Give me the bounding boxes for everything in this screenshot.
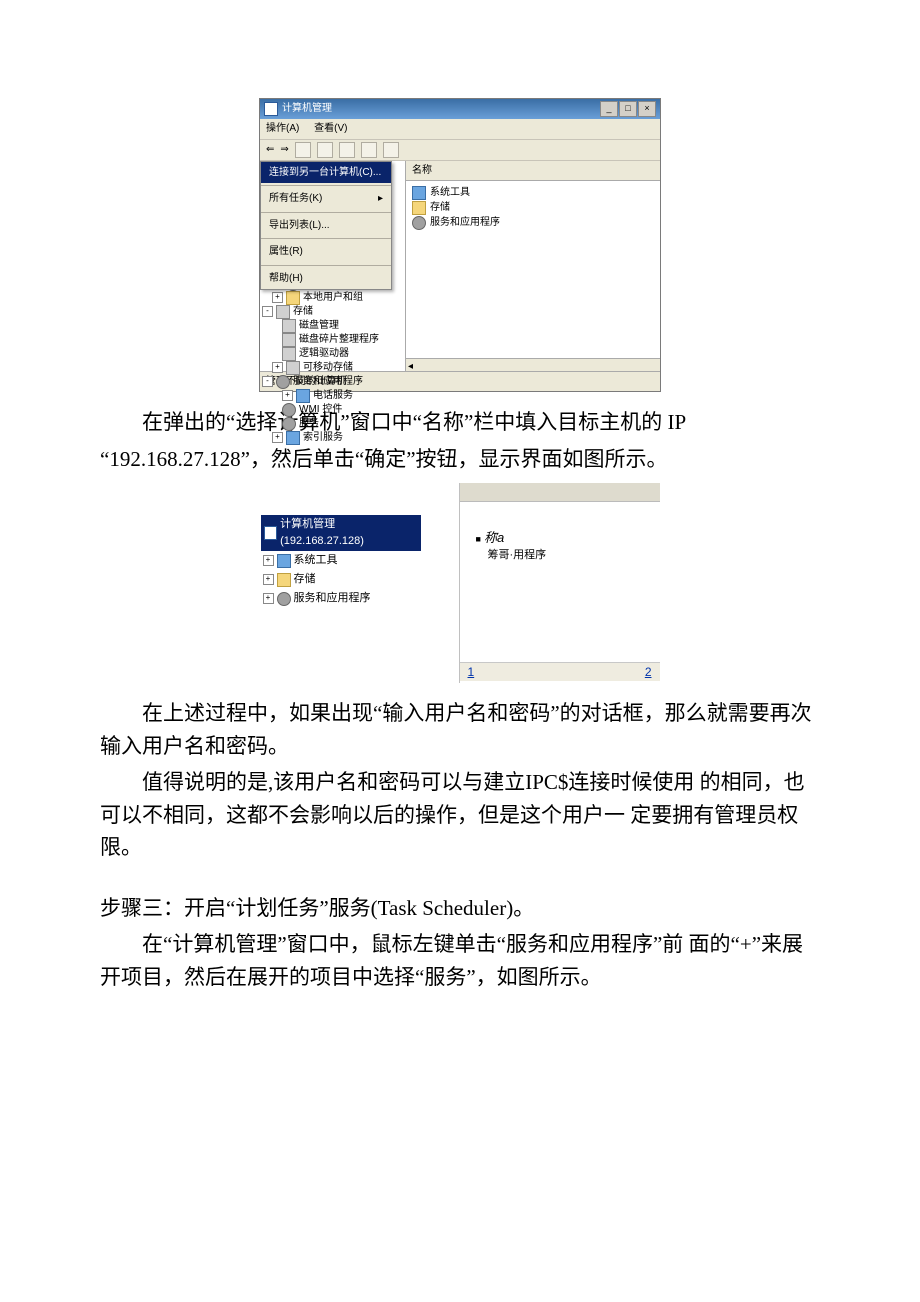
context-connect[interactable]: 连接到另一台计算机(C)... [261,162,391,184]
context-properties[interactable]: 属性(R) [261,241,391,263]
figure-1: 计算机管理 _ □ × 操作(A) 查看(V) ⇐ ⇒ [100,98,820,392]
tree-item[interactable]: 服务 [262,417,405,431]
horizontal-scrollbar[interactable]: ◂ [406,358,660,371]
figure-2: 计算机管理 (192.168.27.128) +系统工具 +存储 +服务和应用程… [100,483,820,683]
toolbar-button[interactable] [361,142,377,158]
column-header[interactable]: 名称 [406,161,660,182]
window-title: 计算机管理 [282,101,332,117]
nav-fwd-icon[interactable]: ⇒ [280,142,288,158]
tree-item[interactable]: -服务和应用程序 [262,375,405,389]
close-button[interactable]: × [638,101,656,117]
computer-icon [264,526,278,540]
menu-bar: 操作(A) 查看(V) [260,119,660,140]
body-text: 在上述过程中，如果出现“输入用户名和密码”的对话框，那么就需要再次输入用户名和密… [100,697,820,762]
detail-subtitle: 筹哥·用程序 [476,547,660,563]
window-titlebar: 计算机管理 _ □ × [260,99,660,119]
list-item[interactable]: 存储 [412,200,654,215]
tree-item[interactable]: +存储 [261,570,421,589]
tree-item[interactable]: +电话服务 [262,389,405,403]
tree-item[interactable]: 磁盘碎片整理程序 [262,333,405,347]
pane-header-strip [460,483,660,502]
context-all-tasks[interactable]: 所有任务(K)▸ [261,188,391,210]
tree-root-remote[interactable]: 计算机管理 (192.168.27.128) [261,515,421,551]
toolbar-button[interactable] [383,142,399,158]
tree-item[interactable]: +服务和应用程序 [261,589,421,608]
list-item[interactable]: 系统工具 [412,185,654,200]
minimize-button[interactable]: _ [600,101,618,117]
tree-item[interactable]: +可移动存储 [262,361,405,375]
body-text: 在弹出的“选择计算机”窗口中“名称”栏中填入目标主机的 IP [100,406,820,439]
tree-item[interactable]: +本地用户和组 [262,291,405,305]
menu-action[interactable]: 操作(A) [266,123,299,134]
maximize-button[interactable]: □ [619,101,637,117]
computer-icon [264,102,278,116]
detail-title: ■ 称a [476,530,660,547]
page-prev-link[interactable]: 1 [468,663,475,682]
tree-item[interactable]: 逻辑驱动器 [262,347,405,361]
nav-back-icon[interactable]: ⇐ [266,142,274,158]
step-heading: 步骤三：开启“计划任务”服务(Task Scheduler)。 [100,892,820,925]
body-text: “192.168.27.128”，然后单击“确定”按钮，显示界面如图所示。 [100,443,820,476]
body-text: 在“计算机管理”窗口中，鼠标左键单击“服务和应用程序”前 面的“+”来展开项目，… [100,928,820,993]
menu-view[interactable]: 查看(V) [314,123,347,134]
toolbar-button[interactable] [339,142,355,158]
toolbar-button[interactable] [295,142,311,158]
toolbar-button[interactable] [317,142,333,158]
tree-item[interactable]: WMI 控件 [262,403,405,417]
page-next-link[interactable]: 2 [645,663,652,682]
context-help[interactable]: 帮助(H) [261,268,391,290]
tree-item[interactable]: -存储 [262,305,405,319]
list-pane: 名称 系统工具 存储 服务和应用程序 ◂ [406,161,660,371]
toolbar: ⇐ ⇒ [260,140,660,161]
tree-item[interactable]: +索引服务 [262,431,405,445]
tree-item[interactable]: 磁盘管理 [262,319,405,333]
tree-pane-remote: 计算机管理 (192.168.27.128) +系统工具 +存储 +服务和应用程… [261,483,421,608]
body-text: 值得说明的是,该用户名和密码可以与建立IPC$连接时候使用 的相同，也可以不相同… [100,766,820,864]
computer-management-window: 计算机管理 _ □ × 操作(A) 查看(V) ⇐ ⇒ [259,98,661,392]
detail-pane: ■ 称a 筹哥·用程序 1 2 [459,483,660,683]
tree-pane: 连接到另一台计算机(C)... 所有任务(K)▸ 导出列表(L)... 属性(R… [260,161,406,371]
list-item[interactable]: 服务和应用程序 [412,215,654,230]
context-export-list[interactable]: 导出列表(L)... [261,215,391,237]
tree-item[interactable]: +系统工具 [261,551,421,570]
context-menu: 连接到另一台计算机(C)... 所有任务(K)▸ 导出列表(L)... 属性(R… [260,161,392,291]
pager: 1 2 [460,662,660,682]
